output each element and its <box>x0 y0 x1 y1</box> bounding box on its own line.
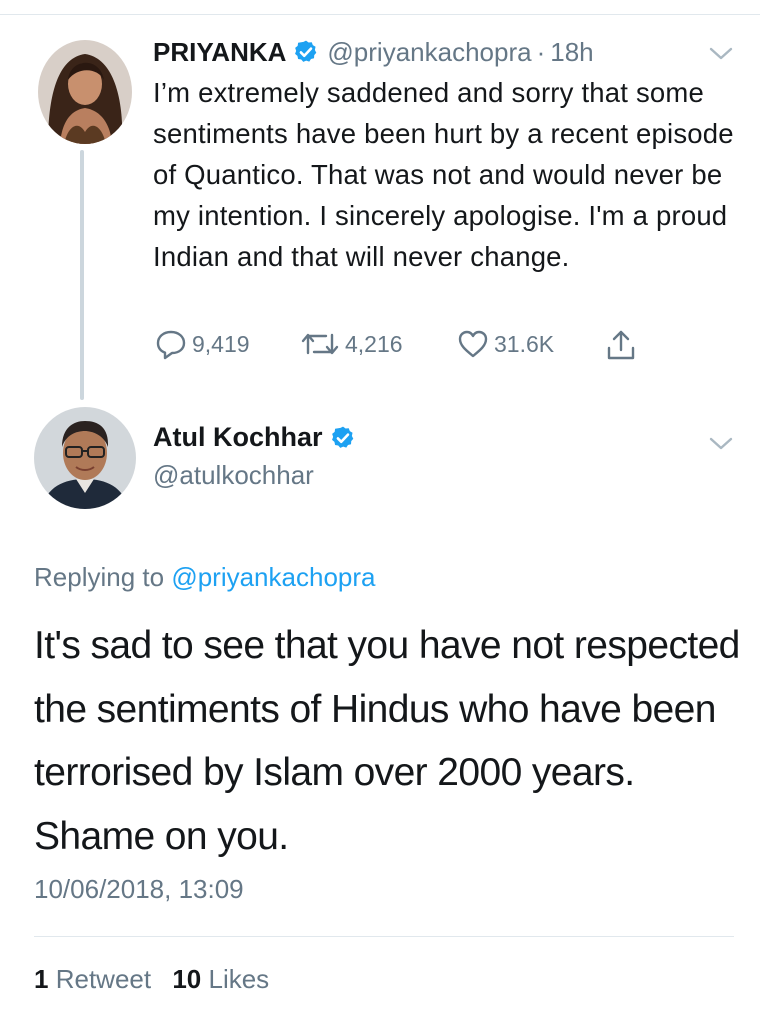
chevron-down-icon[interactable] <box>708 436 734 452</box>
tweet-header: PRIYANKA @priyankachopra · 18h <box>153 34 594 70</box>
thread-connector-line <box>80 150 84 400</box>
like-button[interactable]: 31.6K <box>457 328 554 360</box>
reply-display-name[interactable]: Atul Kochhar <box>153 422 323 453</box>
display-name[interactable]: PRIYANKA <box>153 37 286 68</box>
avatar-priyanka[interactable] <box>38 40 132 144</box>
replying-to-mention-link[interactable]: @priyankachopra <box>171 562 375 592</box>
engagement-stats: 1 Retweet 10 Likes <box>34 964 269 995</box>
reply-tweet-text: It's sad to see that you have not respec… <box>34 624 740 858</box>
tweet-actions: 9,419 4,216 31.6K <box>155 328 655 364</box>
avatar-atul-kochhar[interactable] <box>34 407 136 509</box>
reply-icon <box>156 330 186 360</box>
reply-user-handle[interactable]: @atulkochhar <box>153 460 314 491</box>
reply-timestamp[interactable]: 10/06/2018, 13:09 <box>34 874 244 905</box>
user-handle[interactable]: @priyankachopra <box>327 37 531 68</box>
top-divider <box>0 14 760 15</box>
tweet-time[interactable]: 18h <box>550 37 593 68</box>
likes-stat[interactable]: 10 Likes <box>172 964 269 994</box>
retweets-stat-label: Retweet <box>55 964 152 994</box>
avatar-priyanka-image <box>38 40 132 144</box>
retweet-count: 4,216 <box>345 330 403 357</box>
chevron-down-icon[interactable] <box>708 46 734 62</box>
verified-badge-icon <box>295 40 317 62</box>
likes-stat-label: Likes <box>208 964 270 994</box>
retweet-button[interactable]: 4,216 <box>300 328 403 360</box>
avatar-atul-kochhar-image <box>34 407 136 509</box>
replying-to-label: Replying to <box>34 562 165 592</box>
separator-dot: · <box>536 36 546 67</box>
share-button[interactable] <box>605 328 642 362</box>
likes-stat-count: 10 <box>172 964 202 994</box>
like-count: 31.6K <box>494 330 555 357</box>
reply-button[interactable]: 9,419 <box>155 328 250 360</box>
replying-to-line: Replying to @priyankachopra <box>34 562 375 593</box>
reply-author-header: Atul Kochhar <box>153 422 364 453</box>
retweets-stat-count: 1 <box>34 964 49 994</box>
tweet-text: I’m extremely saddened and sorry that so… <box>153 77 734 272</box>
reply-count: 9,419 <box>192 330 250 357</box>
like-icon <box>458 330 488 358</box>
retweet-icon <box>301 333 339 355</box>
verified-badge-icon <box>331 426 353 448</box>
share-icon <box>607 330 635 360</box>
retweets-stat[interactable]: 1 Retweet <box>34 964 151 994</box>
stats-divider <box>34 936 734 937</box>
